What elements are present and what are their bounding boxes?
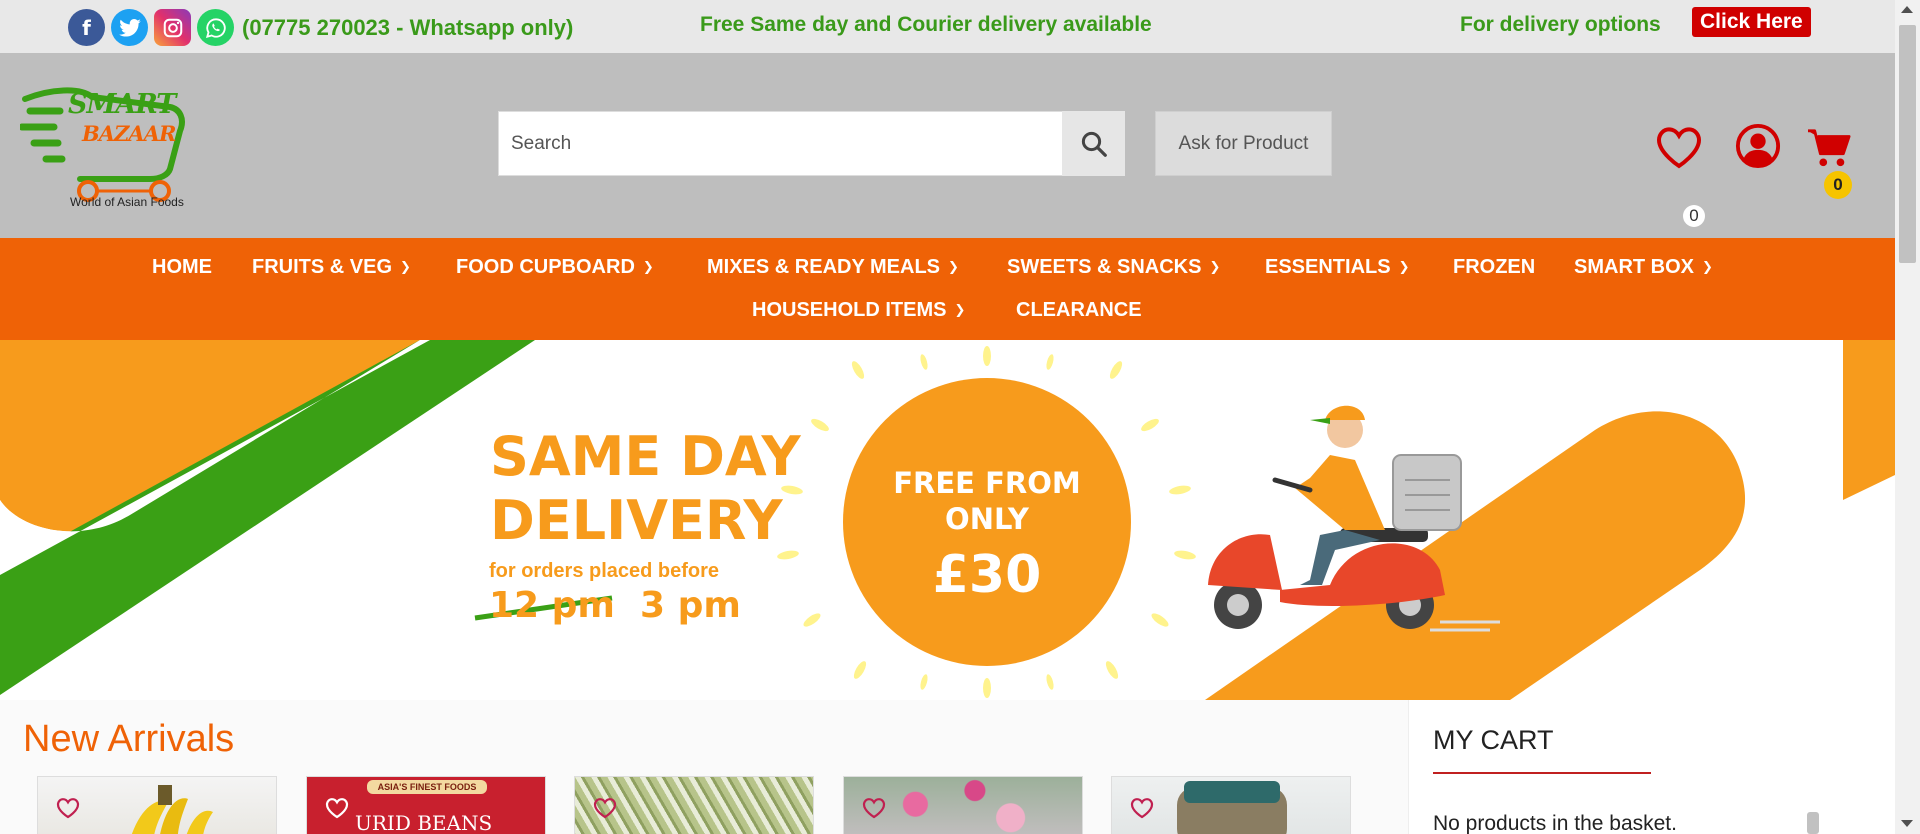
mini-cart-title: MY CART xyxy=(1433,725,1554,755)
scroll-up-arrow-icon[interactable] xyxy=(1901,6,1913,13)
product-card[interactable] xyxy=(1111,776,1351,834)
banner-headline: SAME DAY DELIVERY xyxy=(490,425,801,553)
nav-clearance[interactable]: CLEARANCE xyxy=(1016,299,1142,322)
nav-label: CLEARANCE xyxy=(1016,299,1142,321)
logo-text-smart: SMART xyxy=(68,89,176,120)
logo-text-bazaar: BAZAAR xyxy=(82,121,176,146)
whatsapp-phone[interactable]: (07775 270023 - Whatsapp only) xyxy=(242,15,573,41)
nav-label: FRUITS & VEG xyxy=(252,256,393,278)
nav-label: HOUSEHOLD ITEMS xyxy=(752,299,947,321)
wishlist-heart-icon[interactable] xyxy=(862,797,886,819)
search-icon xyxy=(1081,131,1107,157)
smart-bazaar-logo[interactable]: SMART BAZAAR xyxy=(18,79,200,209)
wishlist-button[interactable] xyxy=(1655,125,1703,174)
nav-label: MIXES & READY MEALS xyxy=(707,256,940,278)
click-here-button[interactable]: Click Here xyxy=(1692,7,1811,37)
banner-price: £30 xyxy=(932,545,1042,605)
heart-icon xyxy=(1656,127,1702,169)
cart-count-badge: 0 xyxy=(1824,171,1852,199)
nav-sweets-snacks[interactable]: SWEETS & SNACKS ❯ xyxy=(1007,256,1220,279)
mini-cart-divider xyxy=(1433,772,1651,774)
nav-fruits-veg[interactable]: FRUITS & VEG ❯ xyxy=(252,256,411,279)
chevron-down-icon: ❯ xyxy=(1209,259,1221,274)
product-card[interactable] xyxy=(574,776,814,834)
search-input[interactable] xyxy=(499,112,1062,175)
banner-old-time: 12 pm xyxy=(489,585,615,626)
product-card[interactable]: ASIA'S FINEST FOODS URID BEANS xyxy=(306,776,546,834)
nav-smart-box[interactable]: SMART BOX ❯ xyxy=(1574,256,1713,279)
nav-essentials[interactable]: ESSENTIALS ❯ xyxy=(1265,256,1409,279)
banner-subtext: for orders placed before xyxy=(489,560,720,582)
nav-mixes-ready-meals[interactable]: MIXES & READY MEALS ❯ xyxy=(707,256,959,279)
product-card[interactable] xyxy=(843,776,1083,834)
banner-free-from: FREE FROM ONLY xyxy=(845,465,1129,537)
free-delivery-notice: Free Same day and Courier delivery avail… xyxy=(700,13,1152,36)
banner-circle-line1: FREE FROM xyxy=(893,466,1081,500)
nav-food-cupboard[interactable]: FOOD CUPBOARD ❯ xyxy=(456,256,654,279)
banner-circle-line2: ONLY xyxy=(945,502,1029,536)
ask-for-product-button[interactable]: Ask for Product xyxy=(1155,111,1332,176)
product-card[interactable] xyxy=(37,776,277,834)
shopping-cart-icon xyxy=(1808,129,1851,167)
wishlist-heart-icon[interactable] xyxy=(325,797,349,819)
scrollbar-thumb[interactable] xyxy=(1899,25,1916,263)
main-nav: HOME FRUITS & VEG ❯ FOOD CUPBOARD ❯ MIXES … xyxy=(0,238,1895,340)
social-links: f (07775 270023 - Whatsapp only) xyxy=(68,9,573,46)
chevron-down-icon: ❯ xyxy=(948,259,959,274)
wishlist-count: 0 xyxy=(1683,205,1705,227)
chevron-down-icon: ❯ xyxy=(400,259,411,274)
cart-panel-scrollbar-thumb[interactable] xyxy=(1807,812,1819,834)
chevron-down-icon: ❯ xyxy=(954,302,966,317)
product-label: URID BEANS xyxy=(355,811,493,834)
banner-headline-line1: SAME DAY xyxy=(490,425,801,488)
search-button[interactable] xyxy=(1062,111,1125,176)
wishlist-heart-icon[interactable] xyxy=(1130,797,1154,819)
search-box xyxy=(498,111,1063,176)
instagram-icon[interactable] xyxy=(154,9,191,46)
account-button[interactable] xyxy=(1735,123,1781,174)
nav-label: FOOD CUPBOARD xyxy=(456,256,635,278)
nav-label: SWEETS & SNACKS xyxy=(1007,256,1202,278)
wishlist-heart-icon[interactable] xyxy=(56,797,80,819)
promo-banner[interactable]: SAME DAY DELIVERY for orders placed befo… xyxy=(0,340,1895,700)
nav-label: ESSENTIALS xyxy=(1265,256,1391,278)
cart-button[interactable] xyxy=(1806,127,1852,174)
mini-cart-empty-message: No products in the basket. xyxy=(1433,812,1677,834)
nav-label: HOME xyxy=(152,256,212,278)
nav-label: SMART BOX xyxy=(1574,256,1694,278)
twitter-icon[interactable] xyxy=(111,9,148,46)
chevron-down-icon: ❯ xyxy=(1398,259,1410,274)
nav-household-items[interactable]: HOUSEHOLD ITEMS ❯ xyxy=(752,299,965,322)
product-brand: ASIA'S FINEST FOODS xyxy=(367,780,487,794)
mini-cart-panel: MY CART No products in the basket. xyxy=(1408,700,1895,834)
scroll-down-arrow-icon[interactable] xyxy=(1901,820,1913,827)
nav-frozen[interactable]: FROZEN xyxy=(1453,256,1535,279)
site-header: SMART BAZAAR World of Asian Foods Ask fo… xyxy=(0,53,1895,238)
chevron-down-icon: ❯ xyxy=(642,259,654,274)
user-icon xyxy=(1735,123,1781,169)
nav-label: FROZEN xyxy=(1453,256,1536,278)
chevron-down-icon: ❯ xyxy=(1702,259,1713,274)
delivery-options-label: For delivery options xyxy=(1460,13,1661,36)
top-bar: f (07775 270023 - Whatsapp only) Free Sa… xyxy=(0,0,1895,53)
section-title: New Arrivals xyxy=(23,718,235,760)
facebook-icon[interactable]: f xyxy=(68,9,105,46)
content-section: New Arrivals ASIA'S FINEST FOODS URID BE… xyxy=(0,700,1895,834)
banner-headline-line2: DELIVERY xyxy=(490,489,783,552)
nav-home[interactable]: HOME xyxy=(152,256,212,279)
wishlist-heart-icon[interactable] xyxy=(593,797,617,819)
whatsapp-icon[interactable] xyxy=(197,9,234,46)
banner-new-time: 3 pm xyxy=(640,585,741,626)
logo-tagline: World of Asian Foods xyxy=(70,195,184,209)
